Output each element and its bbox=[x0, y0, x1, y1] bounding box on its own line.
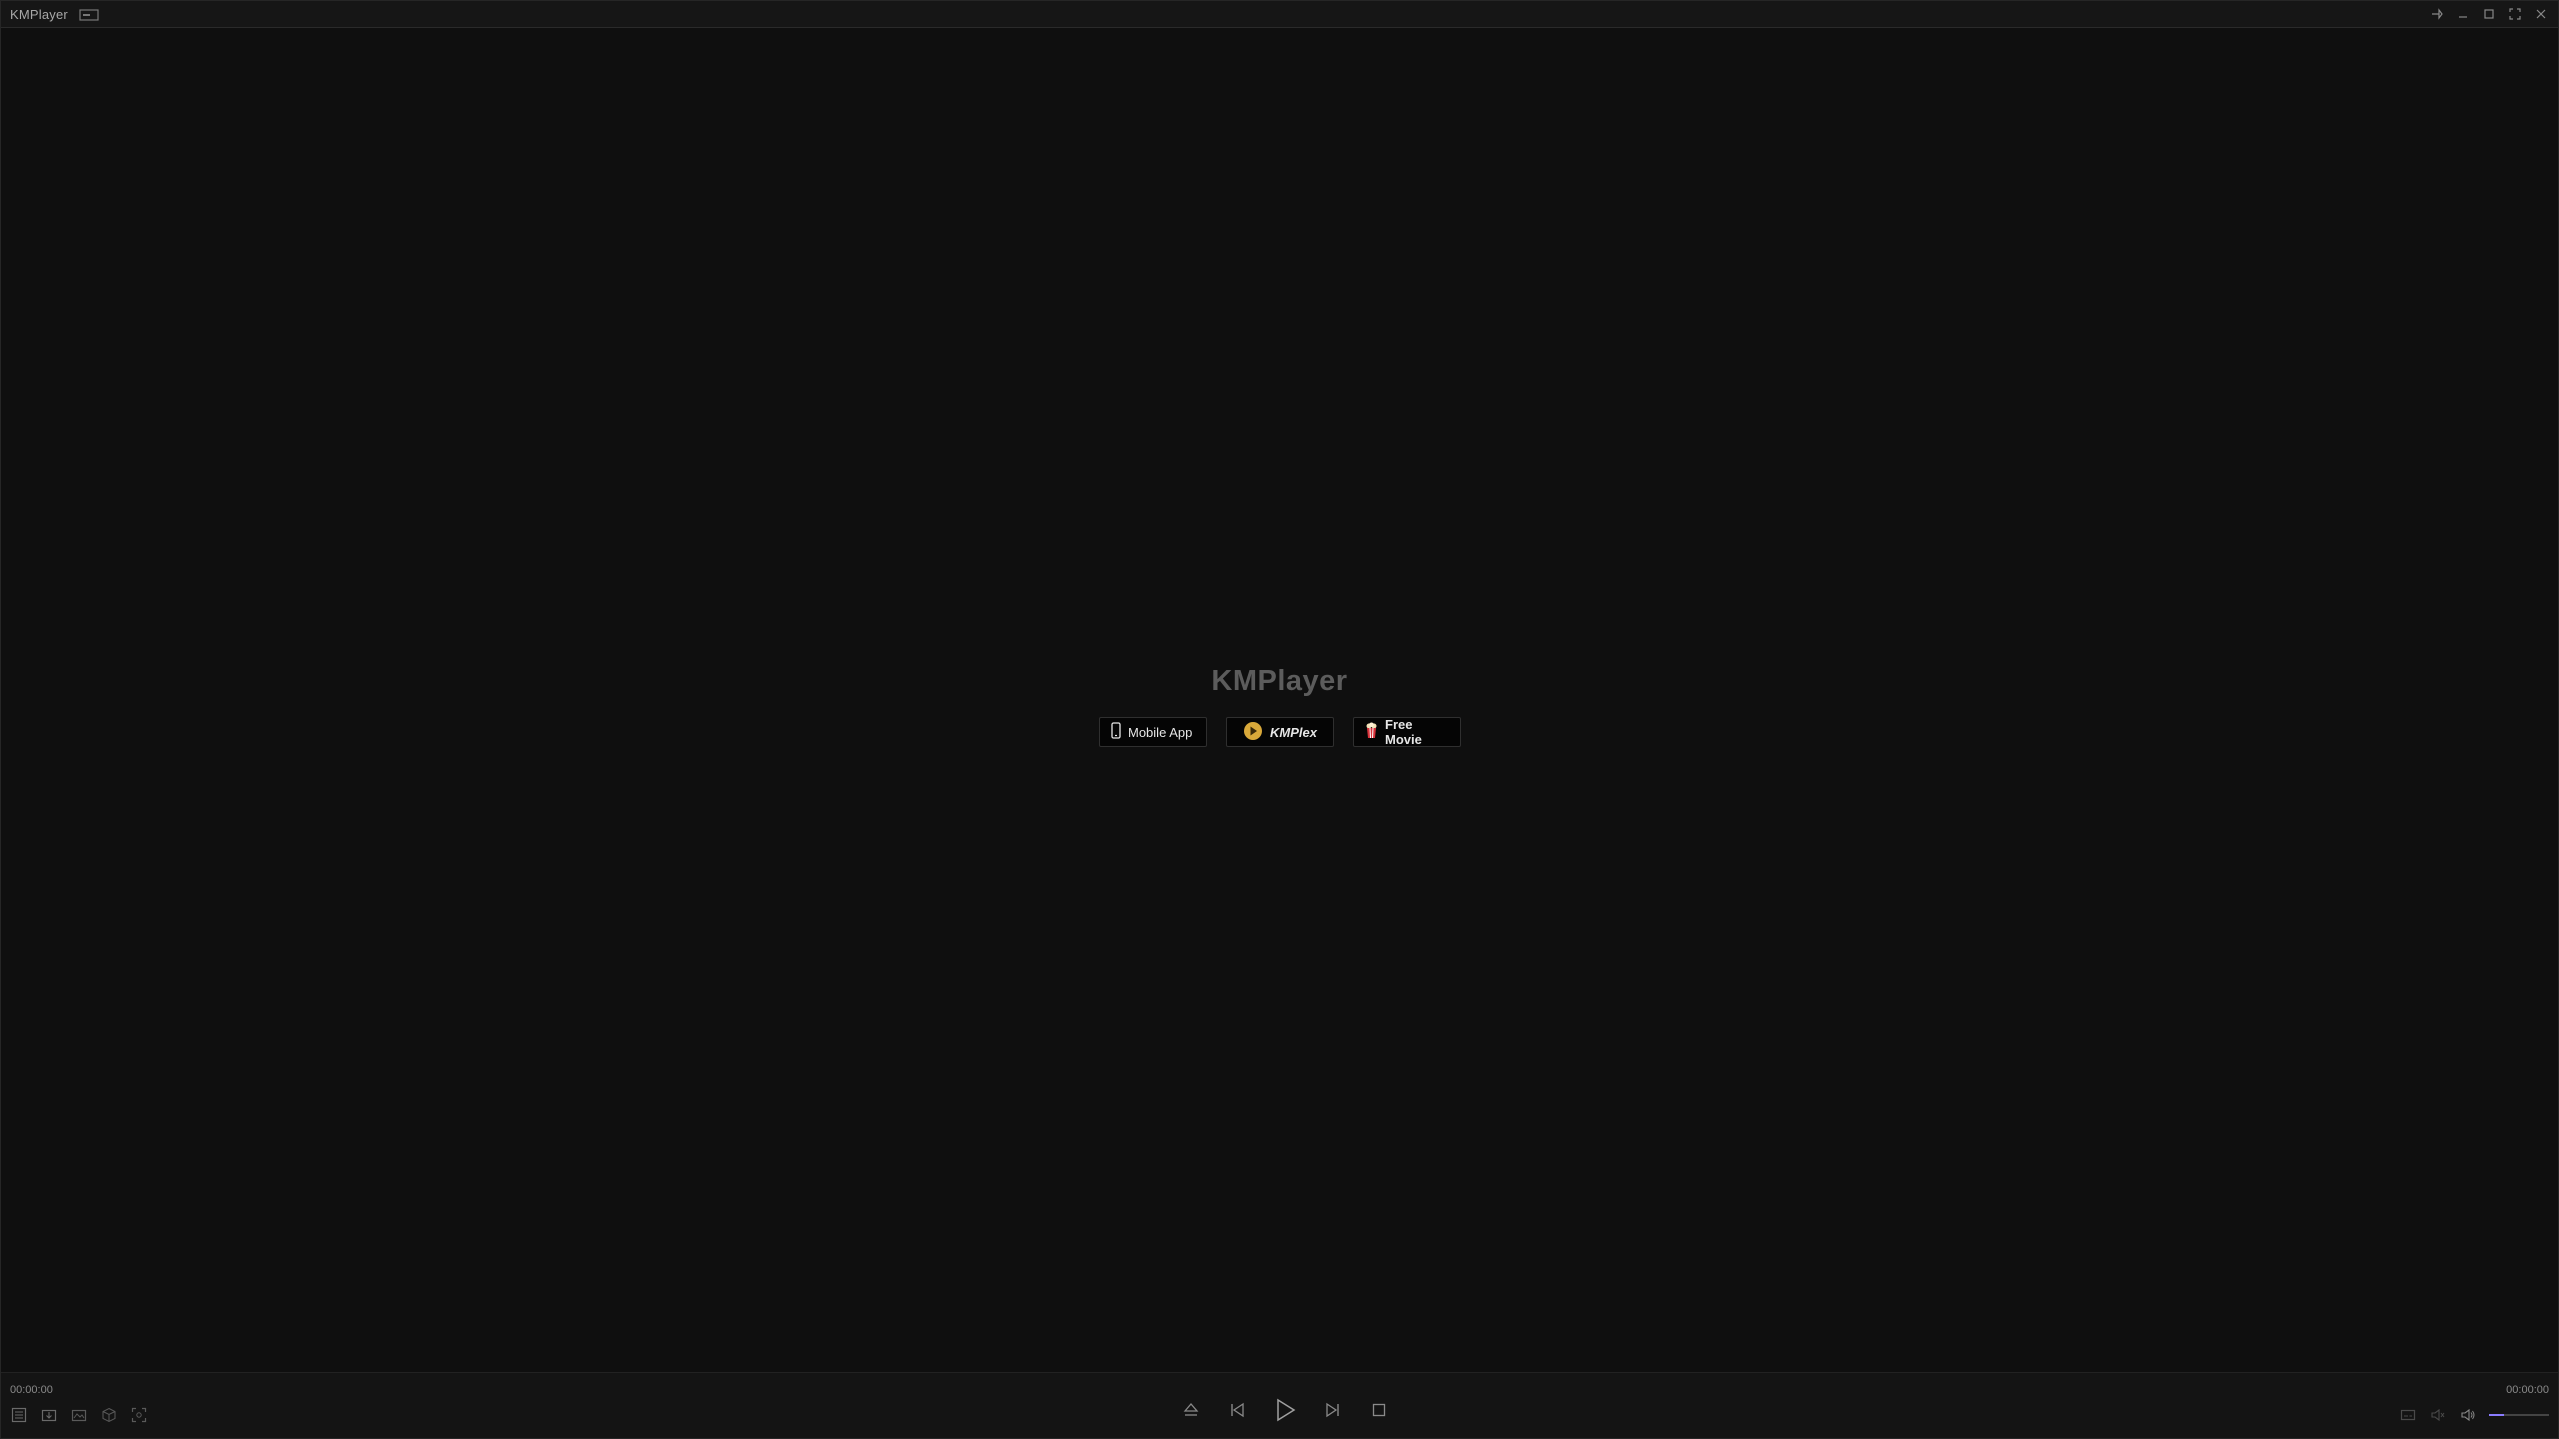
right-tools bbox=[2399, 1406, 2549, 1424]
volume-slider[interactable] bbox=[2489, 1414, 2549, 1416]
minimize-icon[interactable] bbox=[2454, 5, 2472, 23]
title-bar[interactable]: KMPlayer bbox=[1, 1, 2558, 28]
fullscreen-icon[interactable] bbox=[2506, 5, 2524, 23]
kmplex-label: KMPlex bbox=[1270, 724, 1317, 740]
free-movie-label: Free Movie bbox=[1385, 717, 1422, 747]
kmplayer-logo: KMPlayer bbox=[1211, 665, 1348, 697]
capture-icon[interactable] bbox=[70, 1406, 88, 1424]
playlist-icon[interactable] bbox=[10, 1406, 28, 1424]
stop-icon[interactable] bbox=[1367, 1398, 1391, 1422]
mobile-app-label: Mobile App bbox=[1128, 724, 1193, 740]
volume-slider-fill bbox=[2489, 1414, 2504, 1416]
mobile-app-button[interactable]: Mobile App bbox=[1099, 717, 1207, 747]
kmplex-logo-icon bbox=[1243, 721, 1263, 744]
play-icon[interactable] bbox=[1271, 1396, 1299, 1424]
open-file-icon[interactable] bbox=[40, 1406, 58, 1424]
phone-icon bbox=[1111, 722, 1121, 742]
window-controls bbox=[2428, 5, 2550, 23]
previous-icon[interactable] bbox=[1225, 1398, 1249, 1422]
app-title: KMPlayer bbox=[10, 7, 68, 22]
close-icon[interactable] bbox=[2532, 5, 2550, 23]
volume-icon[interactable] bbox=[2459, 1406, 2477, 1424]
left-tools bbox=[10, 1406, 148, 1424]
total-time: 00:00:00 bbox=[2506, 1384, 2549, 1396]
maximize-icon[interactable] bbox=[2480, 5, 2498, 23]
popcorn-icon bbox=[1365, 722, 1378, 742]
player-window: KMPlayer KMPlayer Mobile App KMPlex Free… bbox=[0, 0, 2559, 1439]
eject-icon[interactable] bbox=[1179, 1398, 1203, 1422]
3d-icon[interactable] bbox=[100, 1406, 118, 1424]
subtitle-toggle-icon[interactable] bbox=[79, 8, 99, 22]
free-movie-button[interactable]: Free Movie bbox=[1353, 717, 1461, 747]
kmplex-button[interactable]: KMPlex bbox=[1226, 717, 1334, 747]
next-icon[interactable] bbox=[1321, 1398, 1345, 1422]
vr-screen-icon[interactable] bbox=[130, 1406, 148, 1424]
promo-buttons: Mobile App KMPlex Free Movie bbox=[1099, 717, 1461, 747]
audio-track-icon[interactable] bbox=[2429, 1406, 2447, 1424]
pin-icon[interactable] bbox=[2428, 5, 2446, 23]
subtitle-icon[interactable] bbox=[2399, 1406, 2417, 1424]
current-time: 00:00:00 bbox=[10, 1384, 53, 1396]
control-bar: 00:00:00 00:00:00 bbox=[1, 1372, 2558, 1438]
transport-controls bbox=[1179, 1396, 1391, 1424]
